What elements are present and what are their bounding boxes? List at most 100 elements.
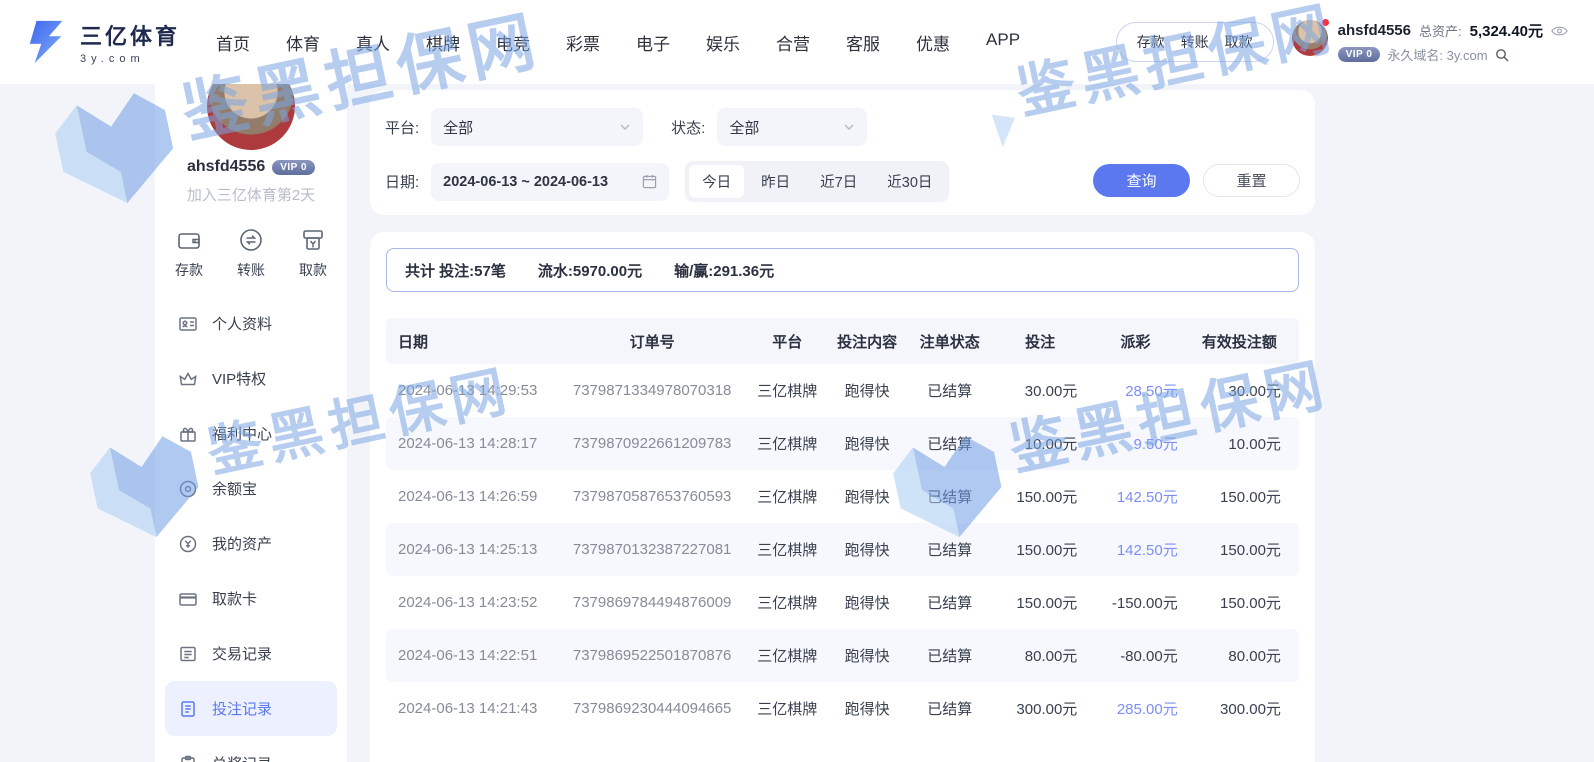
nav-item-app[interactable]: APP bbox=[986, 30, 1020, 55]
sidebar-item-label: 兑奖记录 bbox=[212, 753, 272, 762]
sidebar-item-welfare[interactable]: 福利中心 bbox=[165, 406, 337, 461]
range-7days[interactable]: 近7日 bbox=[807, 165, 870, 198]
nav-item-chess[interactable]: 棋牌 bbox=[426, 30, 460, 55]
wallet-icon bbox=[176, 227, 202, 253]
range-30days[interactable]: 近30日 bbox=[874, 165, 945, 198]
nav-item-entertainment[interactable]: 娱乐 bbox=[706, 30, 740, 55]
range-today[interactable]: 今日 bbox=[689, 165, 744, 198]
quick-action-deposit[interactable]: 存款 bbox=[175, 227, 203, 280]
platform-select[interactable]: 全部 bbox=[431, 108, 643, 146]
row-platform: 三亿棋牌 bbox=[745, 380, 830, 401]
withdraw-link[interactable]: 取款 bbox=[1225, 32, 1253, 52]
sidebar-item-label: 取款卡 bbox=[212, 588, 257, 609]
sidebar-item-label: VIP特权 bbox=[212, 368, 266, 389]
row-status: 已结算 bbox=[905, 539, 995, 560]
avatar[interactable] bbox=[1292, 20, 1328, 56]
brand-logo[interactable]: 三亿体育 3y.com bbox=[26, 19, 180, 65]
range-yesterday[interactable]: 昨日 bbox=[748, 165, 803, 198]
row-bet: 10.00元 bbox=[995, 433, 1085, 454]
row-valid-bet: 80.00元 bbox=[1186, 645, 1299, 666]
id-card-icon bbox=[177, 314, 199, 334]
sidebar-item-withdraw-card[interactable]: 取款卡 bbox=[165, 571, 337, 626]
row-content: 跑得快 bbox=[830, 380, 905, 401]
deposit-link[interactable]: 存款 bbox=[1137, 32, 1165, 52]
username: ahsfd4556 bbox=[1338, 22, 1411, 39]
brand-name: 三亿体育 bbox=[80, 19, 180, 51]
row-order: 7379869784494876009 bbox=[559, 594, 744, 611]
sidebar-item-bet-records[interactable]: 投注记录 bbox=[165, 681, 337, 736]
row-bet: 150.00元 bbox=[995, 592, 1085, 613]
sidebar-item-profile[interactable]: 个人资料 bbox=[165, 296, 337, 351]
col-content: 投注内容 bbox=[830, 331, 905, 352]
row-status: 已结算 bbox=[905, 645, 995, 666]
table-header: 日期 订单号 平台 投注内容 注单状态 投注 派彩 有效投注额 bbox=[386, 318, 1299, 364]
vip-badge: VIP 0 bbox=[272, 160, 315, 175]
table-row: 2024-06-13 14:28:17 7379870922661209783 … bbox=[386, 417, 1299, 470]
nav-item-partner[interactable]: 合营 bbox=[776, 30, 810, 55]
row-content: 跑得快 bbox=[830, 486, 905, 507]
wallet-actions-pill: 存款 转账 取款 bbox=[1116, 22, 1274, 62]
sidebar-item-vip[interactable]: VIP特权 bbox=[165, 351, 337, 406]
row-valid-bet: 300.00元 bbox=[1186, 698, 1299, 719]
list-icon bbox=[177, 644, 199, 664]
quick-action-transfer[interactable]: 转账 bbox=[237, 227, 265, 280]
status-label: 状态: bbox=[671, 117, 705, 138]
row-order: 7379870587653760593 bbox=[559, 488, 744, 505]
date-label: 日期: bbox=[385, 171, 419, 192]
eye-icon[interactable] bbox=[1551, 25, 1568, 37]
row-status: 已结算 bbox=[905, 698, 995, 719]
brand-mark-icon bbox=[26, 19, 70, 65]
sidebar-item-transactions[interactable]: 交易记录 bbox=[165, 626, 337, 681]
coin-icon bbox=[177, 479, 199, 499]
row-content: 跑得快 bbox=[830, 645, 905, 666]
row-order: 7379871334978070318 bbox=[559, 382, 744, 399]
sidebar-menu: 个人资料 VIP特权 福利中心 余额宝 我的资产 bbox=[155, 296, 347, 762]
row-payout: 142.50元 bbox=[1085, 486, 1185, 507]
assets-label: 总资产: bbox=[1419, 21, 1462, 40]
nav-item-esports[interactable]: 电竞 bbox=[496, 30, 530, 55]
nav-item-sports[interactable]: 体育 bbox=[286, 30, 320, 55]
date-range-input[interactable]: 2024-06-13 ~ 2024-06-13 bbox=[431, 163, 669, 201]
search-button[interactable]: 查询 bbox=[1093, 164, 1190, 197]
nav-item-slots[interactable]: 电子 bbox=[636, 30, 670, 55]
reset-button[interactable]: 重置 bbox=[1203, 164, 1300, 197]
gift-icon bbox=[177, 424, 199, 444]
sidebar-item-label: 个人资料 bbox=[212, 313, 272, 334]
platform-selected-value: 全部 bbox=[443, 117, 473, 138]
row-platform: 三亿棋牌 bbox=[745, 486, 830, 507]
row-platform: 三亿棋牌 bbox=[745, 645, 830, 666]
quick-action-withdraw[interactable]: 取款 bbox=[299, 227, 327, 280]
user-block: ahsfd4556 总资产: 5,324.40元 VIP 0 永久域名: 3y.… bbox=[1292, 20, 1568, 64]
table-row: 2024-06-13 14:21:43 7379869230444094665 … bbox=[386, 682, 1299, 735]
sidebar-item-yuebao[interactable]: 余额宝 bbox=[165, 461, 337, 516]
join-days-text: 加入三亿体育第2天 bbox=[155, 184, 347, 205]
platform-label: 平台: bbox=[385, 117, 419, 138]
permanent-domain: 永久域名: 3y.com bbox=[1387, 45, 1487, 64]
search-icon[interactable] bbox=[1495, 48, 1509, 62]
sidebar-item-assets[interactable]: 我的资产 bbox=[165, 516, 337, 571]
sidebar: ahsfd4556 VIP 0 加入三亿体育第2天 存款 转账 取款 bbox=[155, 60, 347, 762]
row-payout: 9.50元 bbox=[1085, 433, 1185, 454]
row-valid-bet: 150.00元 bbox=[1186, 539, 1299, 560]
sidebar-item-redeem-records[interactable]: 兑奖记录 bbox=[165, 736, 337, 762]
row-order: 7379869230444094665 bbox=[559, 700, 744, 717]
quick-action-label: 取款 bbox=[299, 260, 327, 280]
row-bet: 150.00元 bbox=[995, 486, 1085, 507]
row-platform: 三亿棋牌 bbox=[745, 698, 830, 719]
row-status: 已结算 bbox=[905, 433, 995, 454]
atm-icon bbox=[300, 227, 326, 253]
chevron-down-icon bbox=[843, 121, 855, 133]
row-content: 跑得快 bbox=[830, 698, 905, 719]
nav-item-promo[interactable]: 优惠 bbox=[916, 30, 950, 55]
nav-item-live[interactable]: 真人 bbox=[356, 30, 390, 55]
assets-value: 5,324.40元 bbox=[1470, 20, 1543, 41]
status-select[interactable]: 全部 bbox=[717, 108, 867, 146]
yen-circle-icon bbox=[177, 534, 199, 554]
nav-item-lottery[interactable]: 彩票 bbox=[566, 30, 600, 55]
col-bet: 投注 bbox=[995, 331, 1085, 352]
nav-item-home[interactable]: 首页 bbox=[216, 30, 250, 55]
table-row: 2024-06-13 14:25:13 7379870132387227081 … bbox=[386, 523, 1299, 576]
main-nav: 首页 体育 真人 棋牌 电竞 彩票 电子 娱乐 合营 客服 优惠 APP bbox=[216, 30, 1020, 55]
nav-item-service[interactable]: 客服 bbox=[846, 30, 880, 55]
transfer-link[interactable]: 转账 bbox=[1181, 32, 1209, 52]
